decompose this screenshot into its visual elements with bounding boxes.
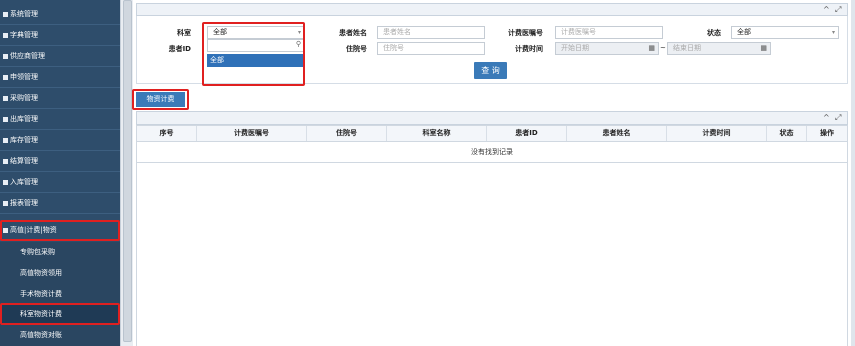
sidebar-item-inventory[interactable]: 库存管理 xyxy=(0,130,120,151)
sidebar-item-label: 供应商管理 xyxy=(10,52,45,60)
sidebar-item-outbound[interactable]: 出库管理 xyxy=(0,109,120,130)
patient-name-label: 患者姓名 xyxy=(339,29,367,37)
end-date-placeholder: 结束日期 xyxy=(673,44,701,52)
start-date-input[interactable]: 开始日期 ▦ xyxy=(555,42,659,55)
admission-no-input[interactable]: 住院号 xyxy=(377,42,485,55)
patient-id-label: 患者ID xyxy=(168,45,191,53)
collapse-icon[interactable]: ^ xyxy=(823,113,830,122)
col-operation[interactable]: 操作 xyxy=(807,126,847,141)
col-index[interactable]: 序号 xyxy=(137,126,197,141)
scrollbar-thumb[interactable] xyxy=(123,0,132,342)
menu-square-icon xyxy=(3,200,8,206)
col-billing-no[interactable]: 计费医嘱号 xyxy=(197,126,307,141)
sidebar-item-reports[interactable]: 报表管理 xyxy=(0,193,120,214)
sidebar-item-label: 字典管理 xyxy=(10,31,38,39)
col-patient-name[interactable]: 患者姓名 xyxy=(567,126,667,141)
col-status[interactable]: 状态 xyxy=(767,126,807,141)
admission-no-label: 住院号 xyxy=(346,45,367,53)
search-panel-header: ^ ⤢ xyxy=(136,3,848,16)
sidebar-item-requisition[interactable]: 申领管理 xyxy=(0,67,120,88)
sidebar-item-label: 出库管理 xyxy=(10,115,38,123)
billing-no-label: 计费医嘱号 xyxy=(508,29,543,37)
sidebar-item-settlement[interactable]: 结算管理 xyxy=(0,151,120,172)
menu-square-icon xyxy=(3,116,8,122)
sidebar-item-supplier[interactable]: 供应商管理 xyxy=(0,46,120,67)
calendar-icon[interactable]: ▦ xyxy=(648,43,655,54)
highlight-box xyxy=(132,89,189,110)
expand-icon[interactable]: ⤢ xyxy=(835,113,841,123)
sidebar-item-system[interactable]: 系统管理 xyxy=(0,4,120,25)
col-billing-time[interactable]: 计费时间 xyxy=(667,126,767,141)
menu-square-icon xyxy=(3,53,8,59)
calendar-icon[interactable]: ▦ xyxy=(760,43,767,54)
sidebar-sub-label: 手术物资计费 xyxy=(20,290,62,298)
grid-header-row: 序号 计费医嘱号 住院号 科室名称 患者ID 患者姓名 计费时间 状态 操作 xyxy=(136,125,848,142)
sidebar-sub-surgery-billing[interactable]: 手术物资计费 xyxy=(0,284,120,305)
col-dept-name[interactable]: 科室名称 xyxy=(387,126,487,141)
dept-label: 科室 xyxy=(177,29,191,37)
menu-square-icon xyxy=(3,32,8,38)
status-select[interactable]: 全部 ▾ xyxy=(731,26,839,39)
menu-square-icon xyxy=(3,179,8,185)
sidebar: 系统管理 字典管理 供应商管理 申领管理 采购管理 出库管理 库存管理 结算管理… xyxy=(0,0,120,346)
grid-panel-header: ^ ⤢ xyxy=(136,111,848,125)
status-label: 状态 xyxy=(707,29,721,37)
sidebar-sub-label: 高值物资领用 xyxy=(20,269,62,277)
highlight-box xyxy=(0,303,120,325)
billing-time-label: 计费时间 xyxy=(515,45,543,53)
highlight-box xyxy=(202,22,305,86)
highlight-box xyxy=(0,220,120,241)
status-select-value: 全部 xyxy=(737,28,751,36)
menu-square-icon xyxy=(3,11,8,17)
menu-square-icon xyxy=(3,158,8,164)
sidebar-sub-high-value-requisition[interactable]: 高值物资领用 xyxy=(0,263,120,284)
sidebar-item-label: 结算管理 xyxy=(10,157,38,165)
sidebar-sub-label: 专购包采购 xyxy=(20,248,55,256)
page-scrollbar[interactable] xyxy=(851,0,855,346)
sidebar-item-label: 申领管理 xyxy=(10,73,38,81)
menu-square-icon xyxy=(3,95,8,101)
empty-record-row: 没有找到记录 xyxy=(136,142,848,163)
billing-no-input[interactable]: 计费医嘱号 xyxy=(555,26,663,39)
sidebar-item-label: 采购管理 xyxy=(10,94,38,102)
grid-body xyxy=(136,163,848,346)
collapse-icon[interactable]: ^ xyxy=(823,5,830,14)
col-admission-no[interactable]: 住院号 xyxy=(307,126,387,141)
sidebar-scrollbar[interactable] xyxy=(120,0,133,346)
end-date-input[interactable]: 结束日期 ▦ xyxy=(667,42,771,55)
menu-square-icon xyxy=(3,74,8,80)
chevron-down-icon: ▾ xyxy=(831,29,835,36)
sidebar-sub-reconciliation[interactable]: 高值物资对账 xyxy=(0,325,120,346)
sidebar-item-label: 库存管理 xyxy=(10,136,38,144)
col-patient-id[interactable]: 患者ID xyxy=(487,126,567,141)
sidebar-item-label: 系统管理 xyxy=(10,10,38,18)
date-separator: ~ xyxy=(660,44,666,52)
sidebar-item-dictionary[interactable]: 字典管理 xyxy=(0,25,120,46)
query-button[interactable]: 查 询 xyxy=(474,62,507,79)
expand-icon[interactable]: ⤢ xyxy=(835,5,841,15)
patient-name-input[interactable]: 患者姓名 xyxy=(377,26,485,39)
sidebar-item-inbound[interactable]: 入库管理 xyxy=(0,172,120,193)
sidebar-item-label: 入库管理 xyxy=(10,178,38,186)
start-date-placeholder: 开始日期 xyxy=(561,44,589,52)
sidebar-sub-package-purchase[interactable]: 专购包采购 xyxy=(0,242,120,263)
sidebar-item-label: 报表管理 xyxy=(10,199,38,207)
sidebar-item-purchase[interactable]: 采购管理 xyxy=(0,88,120,109)
sidebar-sub-label: 高值物资对账 xyxy=(20,331,62,339)
menu-square-icon xyxy=(3,137,8,143)
